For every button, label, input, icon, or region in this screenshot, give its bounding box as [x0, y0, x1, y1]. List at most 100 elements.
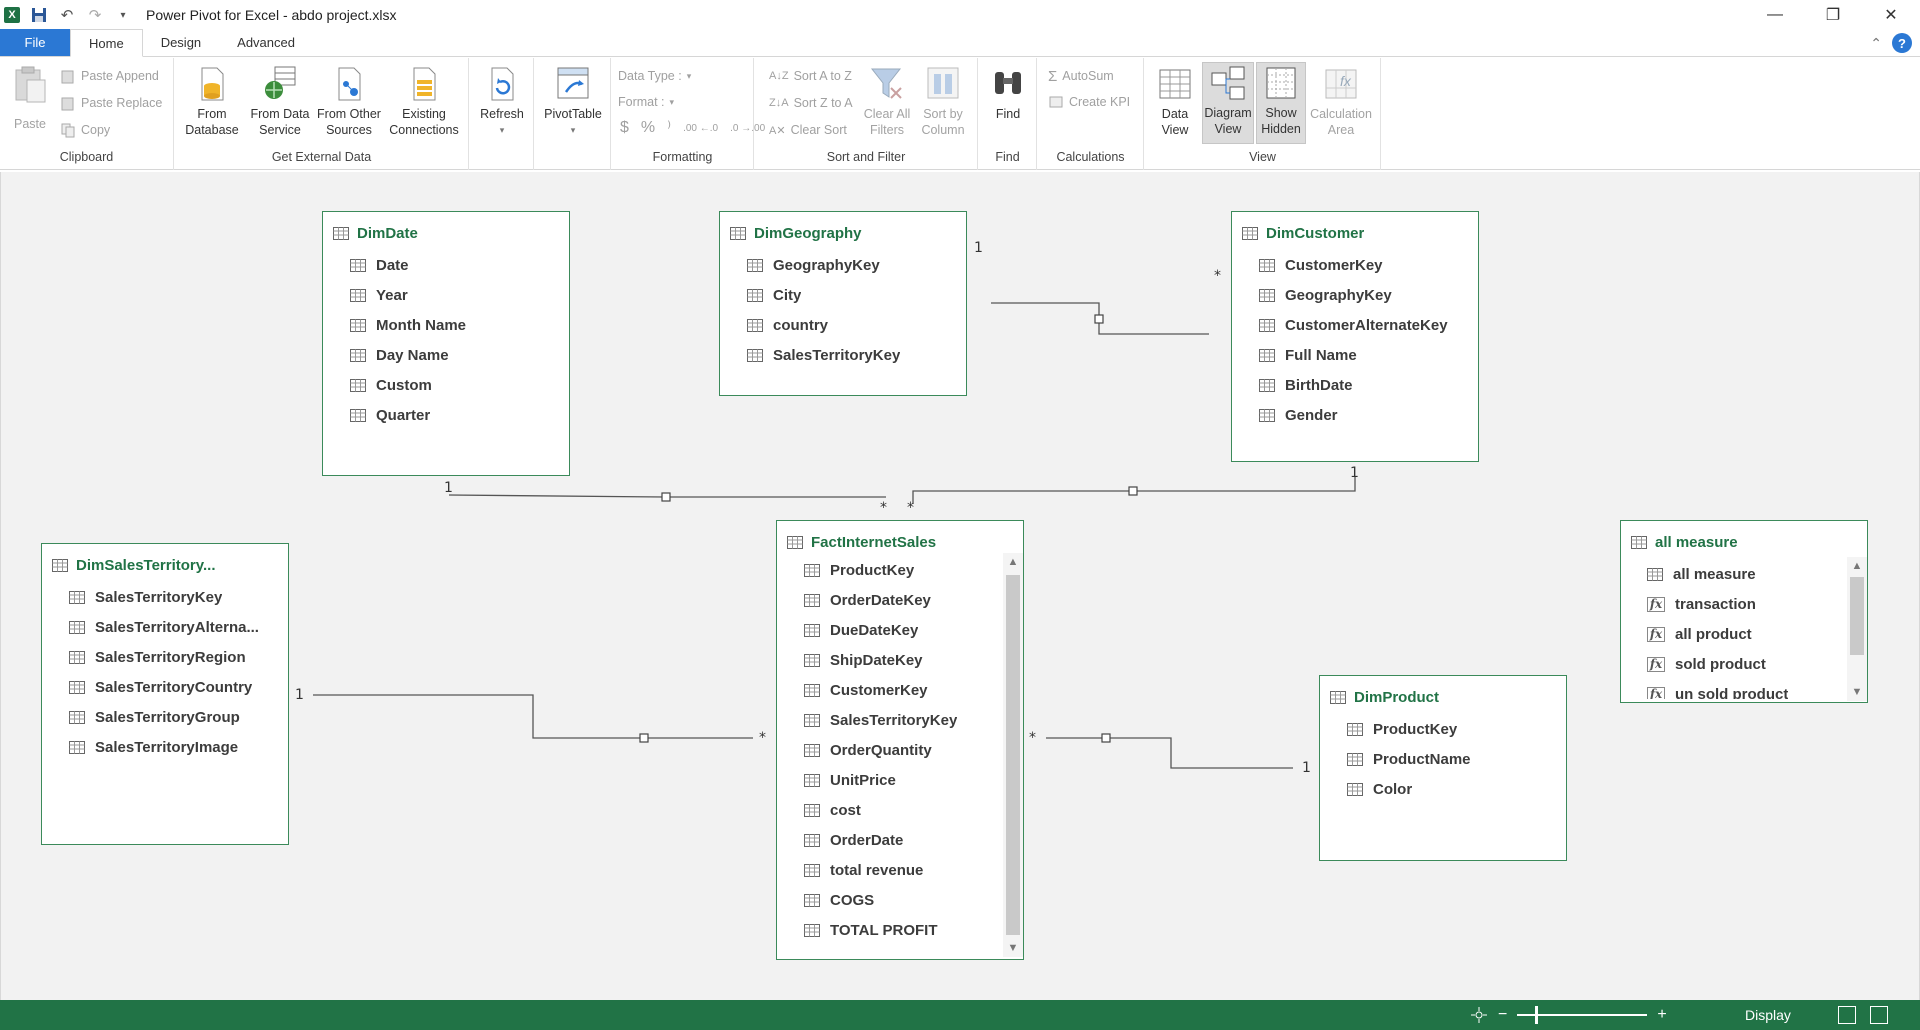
table-header[interactable]: DimSalesTerritory...: [52, 554, 278, 576]
field[interactable]: Date: [350, 250, 569, 280]
field[interactable]: City: [747, 280, 966, 310]
table-dimproduct[interactable]: DimProduct ProductKey ProductName Color: [1319, 675, 1567, 861]
field[interactable]: CustomerAlternateKey: [1259, 310, 1478, 340]
field[interactable]: CustomerKey: [1259, 250, 1478, 280]
minimize-button[interactable]: —: [1746, 0, 1804, 30]
relationship-handle-geo-cust[interactable]: [1094, 314, 1104, 324]
relationship-territory-fact[interactable]: [313, 694, 753, 739]
relationship-handle-terr-fact[interactable]: [639, 733, 649, 743]
format-select[interactable]: Format : ▾: [618, 92, 674, 112]
measure[interactable]: fx sold product: [1647, 649, 1845, 679]
clear-sort-button[interactable]: A✕ Clear Sort: [769, 120, 847, 140]
field[interactable]: all measure: [1647, 559, 1845, 589]
field[interactable]: UnitPrice: [804, 765, 1001, 795]
pivottable-button[interactable]: PivotTable ▾: [541, 64, 605, 138]
field[interactable]: COGS: [804, 885, 1001, 915]
display-label[interactable]: Display: [1745, 1007, 1791, 1023]
field[interactable]: Full Name: [1259, 340, 1478, 370]
sort-a-to-z-button[interactable]: A↓Z Sort A to Z: [769, 66, 852, 86]
field[interactable]: total revenue: [804, 855, 1001, 885]
relationship-product-fact[interactable]: [1046, 737, 1293, 769]
undo-icon[interactable]: ↶: [58, 6, 76, 24]
paste-replace-button[interactable]: Paste Replace: [60, 93, 162, 113]
find-button[interactable]: Find: [985, 64, 1031, 122]
table-allmeasure[interactable]: all measure all measure fx transaction fx…: [1620, 520, 1868, 703]
measure[interactable]: fx all product: [1647, 619, 1845, 649]
restore-button[interactable]: ❐: [1804, 0, 1862, 30]
field[interactable]: DueDateKey: [804, 615, 1001, 645]
tab-advanced[interactable]: Advanced: [219, 29, 313, 56]
copy-button[interactable]: Copy: [60, 120, 110, 140]
sort-by-column-button[interactable]: Sort by Column: [915, 64, 971, 138]
show-hidden-button[interactable]: Show Hidden: [1256, 62, 1306, 144]
redo-icon[interactable]: ↷: [86, 6, 104, 24]
table-header[interactable]: FactInternetSales: [787, 531, 1013, 553]
field[interactable]: country: [747, 310, 966, 340]
field[interactable]: SalesTerritoryKey: [69, 582, 288, 612]
measure[interactable]: fx transaction: [1647, 589, 1845, 619]
field[interactable]: SalesTerritoryRegion: [69, 642, 288, 672]
field[interactable]: SalesTerritoryKey: [747, 340, 966, 370]
increase-decimal-button[interactable]: .00 ←.0: [683, 123, 718, 134]
table-header[interactable]: DimGeography: [730, 222, 956, 244]
field[interactable]: OrderQuantity: [804, 735, 1001, 765]
pivottable-dropdown-icon[interactable]: ▾: [571, 122, 576, 138]
field[interactable]: SalesTerritoryImage: [69, 732, 288, 762]
tab-file[interactable]: File: [0, 29, 70, 56]
table-scrollbar[interactable]: ▲ ▼: [1847, 557, 1867, 701]
scroll-up-icon[interactable]: ▲: [1003, 553, 1023, 571]
zoom-slider-thumb[interactable]: [1535, 1006, 1539, 1024]
field[interactable]: BirthDate: [1259, 370, 1478, 400]
diagram-canvas[interactable]: 1 * 1 * * 1 1 * * 1 DimDate Date Year Mo…: [0, 172, 1920, 1000]
from-data-service-button[interactable]: From Data Service: [248, 64, 312, 138]
zoom-in-button[interactable]: +: [1657, 1006, 1666, 1024]
excel-icon[interactable]: X: [4, 7, 20, 23]
scroll-down-icon[interactable]: ▼: [1847, 683, 1867, 701]
table-scrollbar[interactable]: ▲ ▼: [1003, 553, 1023, 957]
field[interactable]: SalesTerritoryCountry: [69, 672, 288, 702]
field[interactable]: ProductName: [1347, 744, 1566, 774]
comma-button[interactable]: ⁾: [667, 118, 671, 138]
field[interactable]: Day Name: [350, 340, 569, 370]
table-dimdate[interactable]: DimDate Date Year Month Name Day Name Cu…: [322, 211, 570, 476]
save-icon[interactable]: [30, 6, 48, 24]
tab-design[interactable]: Design: [143, 29, 219, 56]
relationship-handle-prod-fact[interactable]: [1101, 733, 1111, 743]
measure[interactable]: fx un sold product: [1647, 679, 1845, 699]
collapse-ribbon-icon[interactable]: ⌃: [1870, 35, 1882, 52]
paste-button[interactable]: Paste: [8, 64, 52, 132]
field[interactable]: Color: [1347, 774, 1566, 804]
zoom-slider[interactable]: [1517, 1006, 1648, 1024]
grid-view-icon[interactable]: [1838, 1006, 1856, 1024]
field[interactable]: SalesTerritoryKey: [804, 705, 1001, 735]
from-database-button[interactable]: From Database: [180, 64, 244, 138]
field[interactable]: Year: [350, 280, 569, 310]
field[interactable]: Custom: [350, 370, 569, 400]
field[interactable]: CustomerKey: [804, 675, 1001, 705]
diagram-view-status-icon[interactable]: [1870, 1006, 1888, 1024]
field[interactable]: Quarter: [350, 400, 569, 430]
table-dimcustomer[interactable]: DimCustomer CustomerKey GeographyKey Cus…: [1231, 211, 1479, 462]
currency-button[interactable]: $: [620, 119, 629, 137]
customize-toolbar-icon[interactable]: ▾: [114, 6, 132, 24]
scroll-thumb[interactable]: [1006, 575, 1020, 935]
zoom-out-button[interactable]: −: [1498, 1006, 1507, 1024]
percent-button[interactable]: %: [641, 119, 655, 137]
existing-connections-button[interactable]: Existing Connections: [386, 64, 462, 138]
field[interactable]: GeographyKey: [747, 250, 966, 280]
fit-to-screen-icon[interactable]: [1470, 1006, 1488, 1024]
data-type-select[interactable]: Data Type : ▾: [618, 66, 691, 86]
create-kpi-button[interactable]: Create KPI: [1048, 92, 1130, 112]
help-icon[interactable]: ?: [1892, 33, 1912, 53]
table-factinternetsales[interactable]: FactInternetSales ProductKey OrderDateKe…: [776, 520, 1024, 960]
scroll-thumb[interactable]: [1850, 577, 1864, 655]
scroll-up-icon[interactable]: ▲: [1847, 557, 1867, 575]
relationship-handle-date-fact[interactable]: [661, 492, 671, 502]
paste-append-button[interactable]: Paste Append: [60, 66, 159, 86]
refresh-dropdown-icon[interactable]: ▾: [500, 122, 505, 138]
table-header[interactable]: DimDate: [333, 222, 559, 244]
field[interactable]: SalesTerritoryGroup: [69, 702, 288, 732]
field[interactable]: Gender: [1259, 400, 1478, 430]
relationship-handle-cust-fact[interactable]: [1128, 486, 1138, 496]
field[interactable]: OrderDateKey: [804, 585, 1001, 615]
